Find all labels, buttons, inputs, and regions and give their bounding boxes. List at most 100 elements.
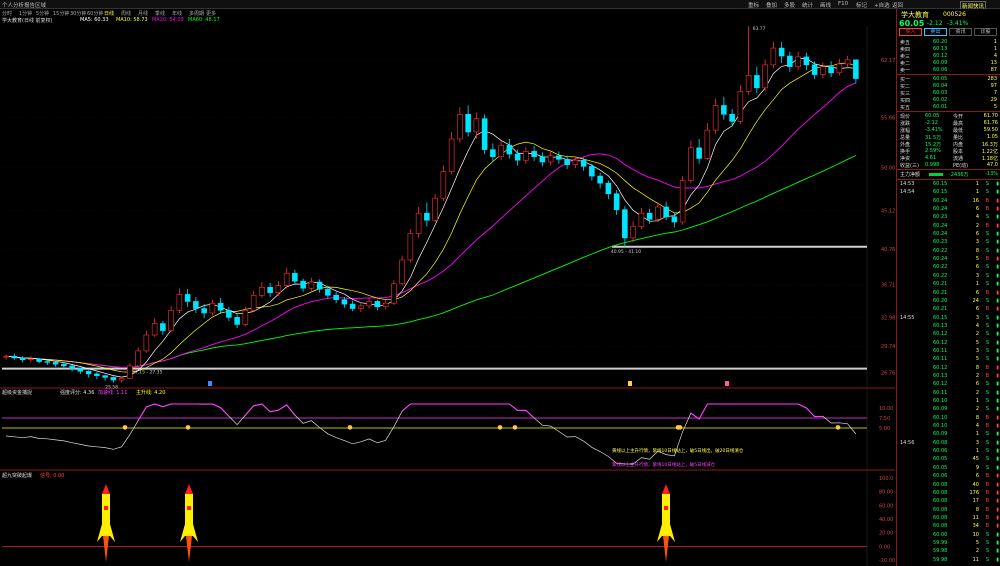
orderbook-volume: 7 <box>993 90 997 96</box>
candle-up <box>655 206 661 220</box>
trade-button[interactable]: 诊股 <box>974 28 997 36</box>
tick-marker: ▮ <box>996 539 999 546</box>
tick-price: 60.08 <box>933 506 948 513</box>
tick-marker: ▮ <box>996 439 999 446</box>
trade-tick-row: 60.11 2 S ▮ <box>897 390 1000 398</box>
stat-row: 总量 31.5万 量比 1.05 <box>897 134 1000 141</box>
kline-chart[interactable]: 62.17 55.66 50.00 45.12 40.76 36.71 32.98 29.74… <box>0 0 895 566</box>
tick-direction: S <box>985 431 989 438</box>
tick-direction: B <box>985 256 989 263</box>
tick-marker: ▮ <box>996 356 999 363</box>
indicator-y-tick: 20.00 <box>879 531 893 537</box>
trade-button[interactable]: 买入 <box>899 28 922 36</box>
tick-volume: 8 <box>975 414 979 421</box>
trade-tick-row: 60.20 24 S ▮ <box>897 298 1000 306</box>
stat-label: 涨跌 <box>900 121 911 127</box>
candle-up <box>704 129 711 159</box>
candle-up <box>28 358 34 361</box>
tick-marker: ▮ <box>996 381 999 388</box>
orderbook-volume: 4 <box>993 53 997 59</box>
tick-price: 60.12 <box>933 331 948 338</box>
trade-tick-row: 59.98 2 S ▮ <box>897 548 1000 556</box>
tick-price: 60.05 <box>933 464 948 471</box>
tick-volume: 2 <box>975 548 979 555</box>
tick-price: 60.00 <box>933 531 948 538</box>
rocket-nose <box>102 484 110 494</box>
tick-volume: 3 <box>975 347 979 354</box>
tick-marker: ▮ <box>996 231 999 238</box>
strength-line <box>6 403 857 465</box>
orderbook-volume: 1 <box>993 46 997 52</box>
tick-direction: S <box>985 439 989 446</box>
tick-volume: 5 <box>975 356 979 363</box>
y-tick-label: 36.71 <box>881 283 895 289</box>
stat-value: 61.70 <box>983 113 998 119</box>
stat-row: 现价 60.05 今开 61.70 <box>897 113 1000 120</box>
stat-label: 总量 <box>900 135 911 141</box>
candle-down <box>69 365 75 369</box>
orderbook-row: 买三 60.03 7 <box>897 90 1000 97</box>
stat-label: 换手 <box>900 149 911 155</box>
tick-direction: S <box>985 239 989 246</box>
candle-up <box>366 301 372 307</box>
rocket-flame <box>663 536 669 562</box>
tick-volume: 1 <box>975 189 979 196</box>
stat-value: 61.76 <box>983 120 998 126</box>
trade-button[interactable]: 资讯 <box>949 28 972 36</box>
candle-up <box>844 59 851 65</box>
candle-up <box>762 64 768 89</box>
candle-down <box>11 355 18 359</box>
tick-price: 60.08 <box>933 514 948 521</box>
candle-down <box>316 281 323 290</box>
tick-volume: 2 <box>975 222 979 229</box>
trade-tick-row: 60.21 1 S ▮ <box>897 281 1000 289</box>
tick-marker: ▮ <box>996 322 999 329</box>
indicator-title: 超九突破起爆 <box>2 472 32 479</box>
stat-label: 收益(三) <box>900 163 919 169</box>
tick-price: 60.13 <box>933 322 948 329</box>
tick-direction: S <box>985 406 989 413</box>
flow-pct: -13% <box>985 171 998 177</box>
tick-direction: B <box>985 289 989 296</box>
orderbook-price: 60.05 <box>933 76 948 82</box>
tick-volume: 4 <box>975 322 979 329</box>
candle-down <box>61 363 67 367</box>
rocket-signal-icon <box>180 484 198 562</box>
support-price-label: 40.95 - 41.10 <box>611 249 641 255</box>
candle-up <box>836 63 843 74</box>
candle-up <box>638 212 645 227</box>
rocket-flame <box>103 536 109 562</box>
candle-down <box>605 182 612 195</box>
tick-price: 60.13 <box>933 373 948 379</box>
tick-volume: 1 <box>975 181 979 187</box>
trade-tick-row: 60.22 8 S ▮ <box>897 248 1000 256</box>
tick-price: 60.08 <box>933 489 948 496</box>
orderbook-row: 卖三 60.12 4 <box>897 53 1000 60</box>
orderbook-label: 买三 <box>900 91 911 97</box>
tick-volume: 176 <box>969 489 979 496</box>
candle-up <box>242 310 249 325</box>
tick-volume: 24 <box>972 297 979 304</box>
tick-direction: B <box>985 306 989 313</box>
tick-price: 60.11 <box>933 389 948 396</box>
rocket-nose <box>662 484 670 494</box>
tick-volume: 5 <box>975 339 979 346</box>
tick-price: 60.23 <box>933 214 948 221</box>
candle-up <box>399 259 405 285</box>
candle-down <box>465 113 471 133</box>
candle-down <box>787 55 793 67</box>
quote-panel: 学大教育 000526 60.05 -2.12 -3.41% 买入 卖出 资讯 诊股 … <box>896 9 1000 566</box>
trade-button[interactable]: 卖出 <box>924 28 947 36</box>
tick-marker: ▮ <box>996 239 999 246</box>
tick-price: 60.08 <box>933 439 948 446</box>
tick-marker: ▮ <box>996 498 999 505</box>
tick-price: 60.12 <box>933 364 948 371</box>
tick-price: 60.10 <box>933 423 948 430</box>
signal-bag-icon: ● <box>835 424 840 431</box>
tick-price: 60.08 <box>933 498 948 505</box>
price-change: -2.12 <box>927 20 943 27</box>
tick-time: 14:53 <box>900 181 915 187</box>
tick-volume: 6 <box>975 381 979 388</box>
orderbook-label: 买五 <box>900 105 911 111</box>
trade-tick-row: 60.24 6 S ▮ <box>897 231 1000 239</box>
